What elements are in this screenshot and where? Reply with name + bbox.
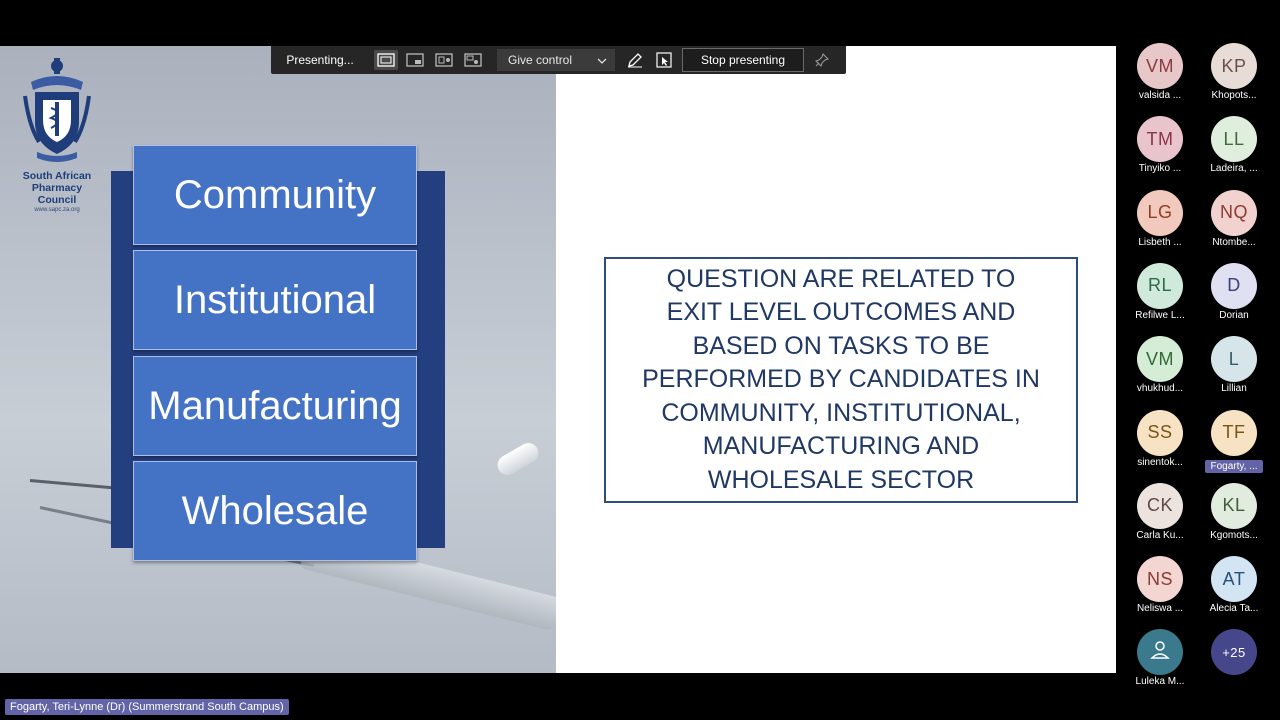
participant-avatar: TF [1211,409,1257,456]
participant-name: Luleka M... [1135,676,1185,688]
participant-avatar: VM [1137,336,1183,383]
participant-avatar: D [1211,262,1257,309]
participant-avatar: SS [1137,409,1183,456]
participant-tile[interactable]: RL Refilwe L... [1120,262,1200,321]
presenter-toolbar: Presenting... Give control Stop presenti… [271,46,846,74]
participant-avatar: NQ [1211,189,1257,236]
question-line: PERFORMED BY CANDIDATES IN [642,365,1040,394]
sector-community: Community [133,145,417,245]
question-line: EXIT LEVEL OUTCOMES AND [666,298,1016,327]
participant-tile[interactable]: KP Khopots... [1194,43,1274,101]
layout-standout-icon[interactable] [403,50,427,70]
sapc-logo: South African Pharmacy Council www.sapc.… [12,56,102,213]
shared-screen: South African Pharmacy Council www.sapc.… [0,46,1116,673]
participant-tile[interactable]: +25 [1194,629,1274,676]
participant-tile[interactable]: Luleka M... [1120,629,1200,687]
laser-pointer-icon[interactable] [652,50,676,70]
participant-tile[interactable]: LL Ladeira, ... [1194,116,1274,174]
more-participants-button[interactable]: +25 [1211,629,1257,676]
participant-name: sinentok... [1137,456,1183,468]
participant-tile[interactable]: L Lillian [1194,336,1274,394]
participant-name: Ladeira, ... [1210,163,1258,175]
participant-avatar: LL [1211,116,1257,163]
layout-reporter-icon[interactable] [461,50,485,70]
participant-avatar: NS [1137,556,1183,603]
sector-wholesale: Wholesale [133,461,417,561]
participant-avatar: L [1211,336,1257,383]
org-name: South African Pharmacy Council [12,170,102,206]
participant-tile[interactable]: TM Tinyiko ... [1120,116,1200,174]
participant-avatar: RL [1137,262,1183,309]
participant-name: Ntombe... [1212,236,1256,248]
participant-avatar: KP [1211,43,1257,89]
slide-left-panel: South African Pharmacy Council www.sapc.… [0,46,556,673]
give-control-label: Give control [508,53,573,67]
participant-name: Tinyiko ... [1138,163,1182,175]
participant-tile[interactable]: TF Fogarty, ... [1194,409,1274,474]
layout-side-by-side-icon[interactable] [432,50,456,70]
participant-name: Kgomots... [1210,529,1258,541]
participant-tile[interactable]: AT Alecia Ta... [1194,556,1274,614]
presenter-name-label: Fogarty, Teri-Lynne (Dr) (Summerstrand S… [5,699,289,715]
participant-name: Khopots... [1211,90,1257,101]
participant-name: valsida ... [1138,90,1182,101]
participant-name: vhukhud... [1136,383,1184,395]
participant-tile[interactable]: CK Carla Ku... [1120,482,1200,541]
person-icon [1149,639,1171,666]
chevron-down-icon [597,53,607,67]
participant-tile[interactable]: VM vhukhud... [1120,336,1200,394]
pill-image [493,439,543,479]
participant-name: Dorian [1219,309,1249,321]
presenting-status: Presenting... [286,53,354,67]
participant-avatar: TM [1137,116,1183,163]
stop-presenting-button[interactable]: Stop presenting [682,48,804,72]
participant-avatar: KL [1211,482,1257,529]
participant-avatar: CK [1137,482,1183,529]
participant-avatar: AT [1211,556,1257,603]
participant-tile[interactable]: D Dorian [1194,262,1274,321]
participant-name: Lillian [1221,383,1247,395]
org-line2: Pharmacy Council [31,182,83,206]
participant-name: Neliswa ... [1136,603,1184,615]
participant-name: Lisbeth ... [1138,236,1182,248]
layout-content-only-icon[interactable] [374,50,398,70]
question-line: WHOLESALE SECTOR [707,465,975,494]
participant-name: Refilwe L... [1135,309,1185,321]
participant-tile[interactable]: LG Lisbeth ... [1120,189,1200,248]
sector-institutional: Institutional [133,250,417,350]
participant-name: Alecia Ta... [1209,603,1259,615]
participant-tile[interactable]: KL Kgomots... [1194,482,1274,541]
participant-name: Carla Ku... [1136,529,1184,541]
question-line: QUESTION ARE RELATED TO [666,264,1016,293]
org-line1: South African [22,170,92,182]
participant-avatar: LG [1137,189,1183,236]
org-url: www.sapc.za.org [34,207,80,213]
pin-toolbar-icon[interactable] [810,50,834,70]
annotation-pen-icon[interactable] [623,50,647,70]
question-line: BASED ON TASKS TO BE [692,331,990,360]
participant-tile[interactable]: NQ Ntombe... [1194,189,1274,248]
give-control-dropdown[interactable]: Give control [497,49,615,71]
participant-avatar [1137,629,1183,676]
participant-tile[interactable]: NS Neliswa ... [1120,556,1200,614]
participant-tile[interactable]: VM valsida ... [1120,43,1200,101]
question-line: COMMUNITY, INSTITUTIONAL, [661,398,1021,427]
question-line: MANUFACTURING AND [702,432,980,461]
participant-avatar: VM [1137,43,1183,89]
coat-of-arms-icon [23,58,91,162]
sector-manufacturing: Manufacturing [133,356,417,456]
participant-name: Fogarty, ... [1205,459,1263,473]
participant-tile[interactable]: SS sinentok... [1120,409,1200,468]
participants-panel: VM valsida ... KP Khopots... TM Tinyiko ... LL… [1118,40,1280,690]
question-textbox: QUESTION ARE RELATED TO EXIT LEVEL OUTCO… [604,257,1078,503]
